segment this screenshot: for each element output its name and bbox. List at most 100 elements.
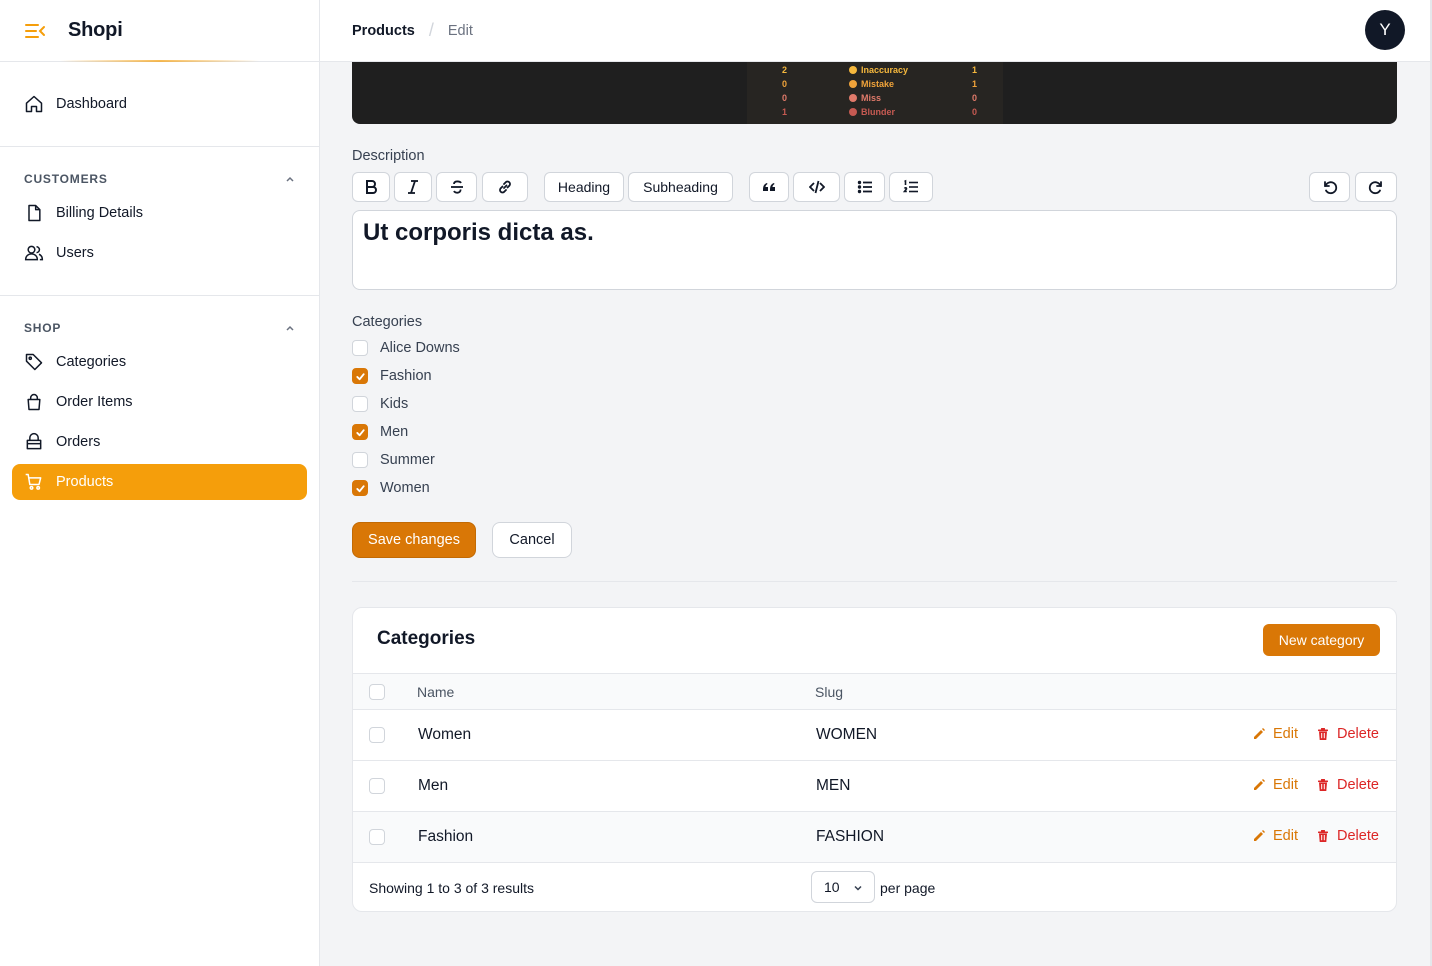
cancel-button[interactable]: Cancel [492,522,572,558]
section-divider [352,581,1397,582]
stat-label: Inaccuracy [849,65,908,75]
strikethrough-button[interactable] [436,172,477,202]
stat-left-count: 1 [782,107,788,117]
table-row[interactable]: Fashion FASHION Edit Delete [353,812,1396,863]
main-content: 2 Inaccuracy 1 0 Mistake 1 0 Miss 0 1 Blunder 0 Des… [320,62,1430,966]
bold-button[interactable] [352,172,390,202]
bullet-list-button[interactable] [844,172,885,202]
check-icon [355,484,365,492]
category-option[interactable]: Alice Downs [352,338,460,358]
blockquote-button[interactable] [749,172,789,202]
ordered-list-button[interactable] [889,172,933,202]
sidebar-item-label: Categories [56,354,127,370]
row-checkbox[interactable] [369,829,385,845]
menu-collapse-icon[interactable] [24,22,46,40]
delete-action[interactable]: Delete [1316,726,1379,742]
edit-label: Edit [1273,828,1298,844]
stat-left-count: 2 [782,65,788,75]
categories-label: Categories [352,314,423,330]
category-option[interactable]: Summer [352,450,435,470]
edit-action[interactable]: Edit [1252,828,1298,844]
app-name: Shopi [68,19,123,41]
sidebar-item-products[interactable]: Products [12,464,307,500]
link-icon [499,180,511,194]
editor-content: Ut corporis dicta as. [363,219,594,246]
checkbox-checked[interactable] [352,424,368,440]
category-option[interactable]: Men [352,422,408,442]
table-row[interactable]: Men MEN Edit Delete [353,761,1396,812]
category-option[interactable]: Fashion [352,366,432,386]
delete-action[interactable]: Delete [1316,777,1379,793]
product-image-preview: 2 Inaccuracy 1 0 Mistake 1 0 Miss 0 1 Blunder 0 [352,62,1397,124]
delete-label: Delete [1337,828,1379,844]
delete-label: Delete [1337,726,1379,742]
edit-label: Edit [1273,726,1298,742]
delete-action[interactable]: Delete [1316,828,1379,844]
row-checkbox[interactable] [369,778,385,794]
home-icon [25,95,43,113]
sidebar-group-customers[interactable]: CUSTOMERS [24,170,296,188]
editor-toolbar: Heading Subheading [352,172,1397,202]
undo-button[interactable] [1309,172,1350,202]
quote-icon [763,183,775,191]
cell-slug: MEN [816,777,851,794]
code-icon [808,180,825,194]
category-option[interactable]: Women [352,478,430,498]
sidebar-item-order-items[interactable]: Order Items [12,384,307,420]
brand: Shopi [0,0,319,62]
column-header-slug[interactable]: Slug [815,684,843,700]
stat-right-count: 1 [972,65,978,75]
table-row[interactable]: Women WOMEN Edit Delete [353,710,1396,761]
edit-action[interactable]: Edit [1252,777,1298,793]
cell-name: Fashion [418,828,474,845]
subheading-button[interactable]: Subheading [628,172,733,202]
chevron-down-icon [854,885,862,891]
column-header-name[interactable]: Name [417,684,454,700]
cell-slug: FASHION [816,828,885,845]
new-category-button[interactable]: New category [1263,624,1380,656]
stat-label-text: Mistake [861,79,895,89]
italic-button[interactable] [394,172,432,202]
sidebar-group-shop[interactable]: SHOP [24,319,296,337]
select-all-checkbox[interactable] [369,684,385,700]
table-header: Name Slug [353,673,1396,710]
user-avatar[interactable]: Y [1365,10,1405,50]
checkbox-unchecked[interactable] [352,396,368,412]
shopping-bag-icon [27,393,41,411]
breadcrumb-products[interactable]: Products [352,23,415,39]
save-changes-button[interactable]: Save changes [352,522,476,558]
link-button[interactable] [482,172,528,202]
pencil-icon [1254,830,1265,841]
checkbox-checked[interactable] [352,480,368,496]
shopping-cart-icon [25,473,42,490]
sidebar-item-billing-details[interactable]: Billing Details [12,195,307,231]
sidebar-item-users[interactable]: Users [12,235,307,271]
basket-icon [26,432,42,450]
per-page-select[interactable]: 10 [811,871,875,903]
checkbox-unchecked[interactable] [352,340,368,356]
classification-dot-icon [849,108,857,116]
topbar: Products / Edit Y [320,0,1430,62]
table-title: Categories [377,628,476,649]
heading-button[interactable]: Heading [544,172,624,202]
category-option-label: Fashion [380,368,432,384]
edit-action[interactable]: Edit [1252,726,1298,742]
tag-icon [25,353,43,371]
sidebar-group-label: CUSTOMERS [24,172,108,186]
sidebar-item-label: Billing Details [56,205,144,221]
checkbox-checked[interactable] [352,368,368,384]
description-label: Description [352,148,425,164]
category-option[interactable]: Kids [352,394,408,414]
sidebar-item-categories[interactable]: Categories [12,344,307,380]
row-checkbox[interactable] [369,727,385,743]
category-option-label: Men [380,424,409,440]
code-block-button[interactable] [793,172,840,202]
redo-button[interactable] [1355,172,1397,202]
description-editor[interactable]: Ut corporis dicta as. [352,210,1397,290]
sidebar-item-dashboard[interactable]: Dashboard [12,86,307,122]
sidebar-item-orders[interactable]: Orders [12,424,307,460]
sidebar-item-label: Orders [56,434,101,450]
document-icon [28,204,41,222]
checkbox-unchecked[interactable] [352,452,368,468]
category-option-label: Women [380,480,430,496]
